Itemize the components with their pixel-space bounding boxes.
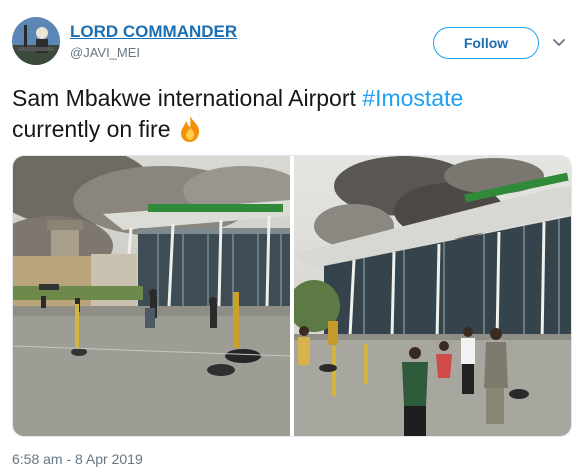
author-handle[interactable]: @JAVI_MEI — [70, 45, 140, 60]
tweet-text: Sam Mbakwe international Airport #Imosta… — [12, 83, 572, 145]
chevron-down-icon[interactable] — [551, 34, 567, 50]
follow-button[interactable]: Follow — [433, 27, 539, 59]
tweet-card: LORD COMMANDER @JAVI_MEI Follow Sam Mbak… — [0, 0, 579, 471]
avatar[interactable] — [12, 17, 60, 65]
photo-left[interactable] — [13, 156, 290, 436]
author-name[interactable]: LORD COMMANDER — [70, 22, 237, 42]
tweet-text-end: currently on fire — [12, 116, 171, 142]
tweet-timestamp[interactable]: 6:58 am - 8 Apr 2019 — [12, 451, 143, 467]
photo-right[interactable] — [294, 156, 571, 436]
fire-icon — [180, 116, 199, 142]
tweet-text-start: Sam Mbakwe international Airport — [12, 85, 363, 111]
media-grid — [12, 155, 572, 437]
hashtag-link[interactable]: #Imostate — [362, 85, 463, 111]
